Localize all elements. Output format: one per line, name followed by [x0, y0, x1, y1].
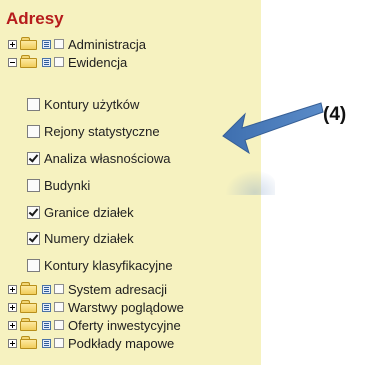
layer-label[interactable]: Kontury klasyfikacyjne — [44, 258, 173, 273]
layer-label[interactable]: Granice działek — [44, 205, 134, 220]
legend-icon[interactable] — [42, 302, 51, 312]
group-label[interactable]: Oferty inwestycyjne — [68, 318, 181, 333]
layer-kontury-uzytkow[interactable]: Kontury użytków — [0, 95, 139, 113]
layer-numery-dzialek[interactable]: Numery działek — [0, 229, 134, 247]
folder-icon — [20, 37, 38, 51]
arrow-reflection — [225, 170, 275, 195]
layer-checkbox[interactable] — [27, 151, 40, 165]
group-checkbox[interactable] — [54, 338, 64, 348]
group-label[interactable]: Warstwy poglądowe — [68, 300, 184, 315]
layer-checkbox[interactable] — [27, 258, 40, 272]
group-label[interactable]: Podkłady mapowe — [68, 336, 174, 351]
group-label[interactable]: System adresacji — [68, 282, 167, 297]
layer-label[interactable]: Rejony statystyczne — [44, 124, 160, 139]
layer-label[interactable]: Kontury użytków — [44, 97, 139, 112]
folder-icon — [20, 318, 38, 332]
annotation-marker: (4) — [323, 104, 347, 125]
tree-group-administracja[interactable]: Administracja — [0, 35, 146, 53]
legend-icon[interactable] — [42, 320, 51, 330]
layer-panel: Adresy Administracja Ewidencja Kontury u… — [0, 0, 261, 365]
layer-granice-dzialek[interactable]: Granice działek — [0, 203, 134, 221]
layer-label[interactable]: Analiza własnościowa — [44, 151, 170, 166]
layer-kontury-klasyfikacyjne[interactable]: Kontury klasyfikacyjne — [0, 256, 173, 274]
collapse-icon[interactable] — [8, 57, 17, 67]
layer-checkbox[interactable] — [27, 178, 40, 192]
folder-icon — [20, 300, 38, 314]
tree-group-oferty-inwestycyjne[interactable]: Oferty inwestycyjne — [0, 316, 181, 334]
expand-icon[interactable] — [8, 39, 17, 49]
tree-group-ewidencja[interactable]: Ewidencja — [0, 53, 127, 71]
expand-icon[interactable] — [8, 320, 17, 330]
expand-icon[interactable] — [8, 302, 17, 312]
annotation-arrow-icon — [222, 102, 324, 155]
expand-icon[interactable] — [8, 284, 17, 294]
folder-icon — [20, 55, 38, 69]
group-checkbox[interactable] — [54, 302, 64, 312]
folder-icon — [20, 282, 38, 296]
group-checkbox[interactable] — [54, 57, 64, 67]
group-checkbox[interactable] — [54, 39, 64, 49]
layer-rejony-statystyczne[interactable]: Rejony statystyczne — [0, 122, 160, 140]
tree-group-system-adresacji[interactable]: System adresacji — [0, 280, 167, 298]
tree-group-podklady-mapowe[interactable]: Podkłady mapowe — [0, 334, 174, 352]
legend-icon[interactable] — [42, 57, 51, 67]
legend-icon[interactable] — [42, 39, 51, 49]
tree-group-warstwy-pogladowe[interactable]: Warstwy poglądowe — [0, 298, 184, 316]
group-checkbox[interactable] — [54, 320, 64, 330]
expand-icon[interactable] — [8, 338, 17, 348]
folder-icon — [20, 336, 38, 350]
layer-label[interactable]: Budynki — [44, 178, 90, 193]
layer-checkbox[interactable] — [27, 205, 40, 219]
group-label[interactable]: Ewidencja — [68, 55, 127, 70]
group-label[interactable]: Administracja — [68, 37, 146, 52]
layer-label[interactable]: Numery działek — [44, 231, 134, 246]
panel-title: Adresy — [6, 9, 64, 28]
legend-icon[interactable] — [42, 338, 51, 348]
layer-checkbox[interactable] — [27, 97, 40, 111]
layer-checkbox[interactable] — [27, 124, 40, 138]
layer-analiza-wlasnosciowa[interactable]: Analiza własnościowa — [0, 149, 170, 167]
layer-budynki[interactable]: Budynki — [0, 176, 90, 194]
layer-checkbox[interactable] — [27, 231, 40, 245]
legend-icon[interactable] — [42, 284, 51, 294]
group-checkbox[interactable] — [54, 284, 64, 294]
